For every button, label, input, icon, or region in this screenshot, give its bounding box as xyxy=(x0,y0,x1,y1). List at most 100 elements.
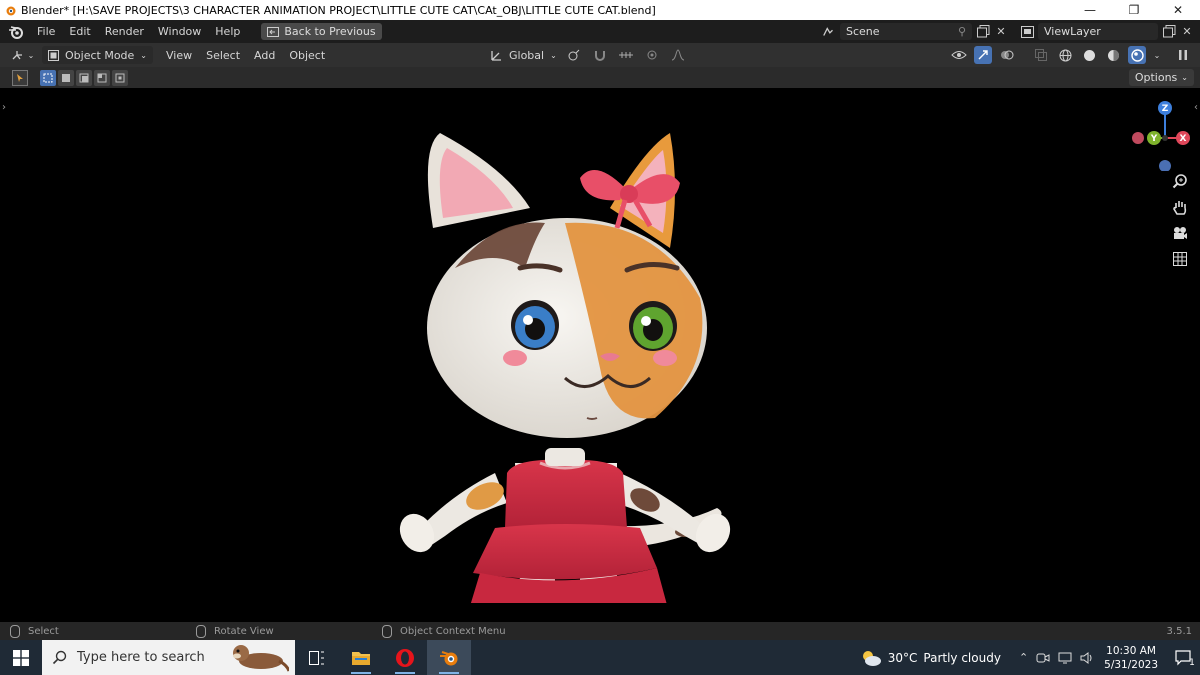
view-layer-icon[interactable] xyxy=(1020,25,1034,39)
windows-start-button[interactable] xyxy=(0,640,42,675)
menu-render[interactable]: Render xyxy=(98,20,151,43)
new-view-layer-icon[interactable] xyxy=(1162,25,1176,39)
chevron-down-icon: ⌄ xyxy=(550,50,557,60)
mouse-right-icon xyxy=(382,624,392,638)
minimize-button[interactable]: — xyxy=(1068,0,1112,20)
search-highlight-otter-icon xyxy=(233,645,289,672)
navigation-gizmo[interactable]: Z X Y xyxy=(1120,96,1190,171)
viewport-header: ⌄ Object Mode ⌄ View Select Add Object G… xyxy=(0,43,1200,67)
task-view-icon[interactable] xyxy=(295,640,339,675)
viewport-display-tools: ⌄ xyxy=(950,43,1192,67)
editor-type-icon xyxy=(12,51,22,60)
scene-selector[interactable]: Scene ⚲ xyxy=(840,23,972,40)
blender-version: 3.5.1 xyxy=(1166,625,1192,637)
pivot-point-icon[interactable] xyxy=(565,46,583,64)
status-select: Select xyxy=(10,622,59,640)
proportional-editing-icon[interactable] xyxy=(643,46,661,64)
blender-menu-icon[interactable] xyxy=(8,24,24,40)
options-dropdown[interactable]: Options ⌄ xyxy=(1128,69,1194,86)
weather-desc: Partly cloudy xyxy=(923,650,1001,665)
wireframe-shading-icon[interactable] xyxy=(1056,46,1074,64)
meet-now-icon[interactable] xyxy=(1036,651,1050,665)
maximize-button[interactable]: ❐ xyxy=(1112,0,1156,20)
falloff-icon[interactable] xyxy=(669,46,687,64)
status-select-label: Select xyxy=(28,625,59,637)
sidebar-expand-icon[interactable]: ‹ xyxy=(1194,102,1198,113)
back-arrow-icon xyxy=(267,26,280,37)
status-context-label: Object Context Menu xyxy=(400,625,506,637)
orientation-icon xyxy=(491,50,501,61)
select-extend-icon[interactable] xyxy=(58,69,74,86)
editor-type-dropdown[interactable]: ⌄ xyxy=(8,46,38,64)
view-layer-selector[interactable]: ViewLayer xyxy=(1038,23,1158,40)
window-title-bar: Blender* [H:\SAVE PROJECTS\3 CHARACTER A… xyxy=(0,0,1200,20)
zoom-icon[interactable] xyxy=(1170,172,1190,190)
chevron-down-icon: ⌄ xyxy=(1181,73,1188,82)
cat-character-model[interactable] xyxy=(395,128,740,603)
snap-icon[interactable] xyxy=(591,46,609,64)
volume-icon[interactable] xyxy=(1080,651,1094,665)
select-new-icon[interactable] xyxy=(40,69,56,86)
back-to-previous-button[interactable]: Back to Previous xyxy=(261,23,382,40)
blender-top-bar: File Edit Render Window Help Back to Pre… xyxy=(0,20,1200,43)
chevron-up-icon[interactable]: ⌃ xyxy=(1019,651,1028,664)
menu-object[interactable]: Object xyxy=(282,43,332,67)
window-title: Blender* [H:\SAVE PROJECTS\3 CHARACTER A… xyxy=(21,3,656,17)
camera-view-icon[interactable] xyxy=(1170,224,1190,242)
close-button[interactable]: ✕ xyxy=(1156,0,1200,20)
active-tool-icon[interactable] xyxy=(12,69,28,86)
toolbar-expand-icon[interactable]: › xyxy=(2,102,6,113)
file-explorer-icon[interactable] xyxy=(339,640,383,675)
weather-widget[interactable]: 30°C Partly cloudy xyxy=(860,648,1001,668)
perspective-grid-icon[interactable] xyxy=(1170,250,1190,268)
scene-icon[interactable] xyxy=(822,25,836,39)
object-mode-label: Object Mode xyxy=(65,48,135,62)
new-scene-icon[interactable] xyxy=(976,25,990,39)
network-icon[interactable] xyxy=(1058,651,1072,665)
mouse-left-icon xyxy=(10,624,20,638)
gizmo-toggle-icon[interactable] xyxy=(974,46,992,64)
delete-scene-icon[interactable]: ✕ xyxy=(994,25,1008,39)
3d-viewport[interactable]: › ‹ Z X Y xyxy=(0,88,1200,622)
notification-count: 1 xyxy=(1189,657,1195,668)
partly-cloudy-icon xyxy=(862,650,881,666)
blender-logo-icon xyxy=(6,6,16,16)
menu-edit[interactable]: Edit xyxy=(62,20,97,43)
taskbar-search-box[interactable]: Type here to search xyxy=(42,640,295,675)
select-subtract-icon[interactable] xyxy=(76,69,92,86)
solid-shading-icon[interactable] xyxy=(1080,46,1098,64)
blender-taskbar-icon[interactable] xyxy=(427,640,471,675)
transform-orientation-dropdown[interactable]: Global ⌄ xyxy=(490,49,557,62)
visibility-icon[interactable] xyxy=(950,46,968,64)
rendered-shading-icon[interactable] xyxy=(1128,46,1146,64)
pause-render-icon[interactable] xyxy=(1174,46,1192,64)
gizmo-y-label: Y xyxy=(1150,134,1158,144)
menu-help[interactable]: Help xyxy=(208,20,247,43)
menu-select[interactable]: Select xyxy=(199,43,247,67)
opera-browser-icon[interactable] xyxy=(383,640,427,675)
taskbar-clock[interactable]: 10:30 AM 5/31/2023 xyxy=(1104,644,1158,672)
menu-window[interactable]: Window xyxy=(151,20,208,43)
clock-time: 10:30 AM xyxy=(1106,644,1156,657)
pin-icon[interactable]: ⚲ xyxy=(958,25,966,38)
selection-mode-group xyxy=(40,69,128,86)
select-invert-icon[interactable] xyxy=(94,69,110,86)
status-bar: Select Rotate View Object Context Menu 3… xyxy=(0,622,1200,640)
delete-view-layer-icon[interactable]: ✕ xyxy=(1180,25,1194,39)
object-mode-icon xyxy=(48,49,59,61)
menu-view[interactable]: View xyxy=(159,43,199,67)
menu-add[interactable]: Add xyxy=(247,43,282,67)
shading-options-chevron-icon[interactable]: ⌄ xyxy=(1152,46,1162,64)
overlays-icon[interactable] xyxy=(998,46,1016,64)
select-intersect-icon[interactable] xyxy=(112,69,128,86)
material-shading-icon[interactable] xyxy=(1104,46,1122,64)
snap-target-icon[interactable] xyxy=(617,46,635,64)
options-label: Options xyxy=(1134,71,1178,84)
menu-file[interactable]: File xyxy=(30,20,62,43)
hand-pan-icon[interactable] xyxy=(1170,198,1190,216)
xray-icon[interactable] xyxy=(1032,46,1050,64)
mouse-middle-icon xyxy=(196,624,206,638)
object-mode-dropdown[interactable]: Object Mode ⌄ xyxy=(42,46,153,64)
notifications-button[interactable]: 1 xyxy=(1170,640,1200,675)
tool-settings-bar: Options ⌄ xyxy=(0,67,1200,88)
